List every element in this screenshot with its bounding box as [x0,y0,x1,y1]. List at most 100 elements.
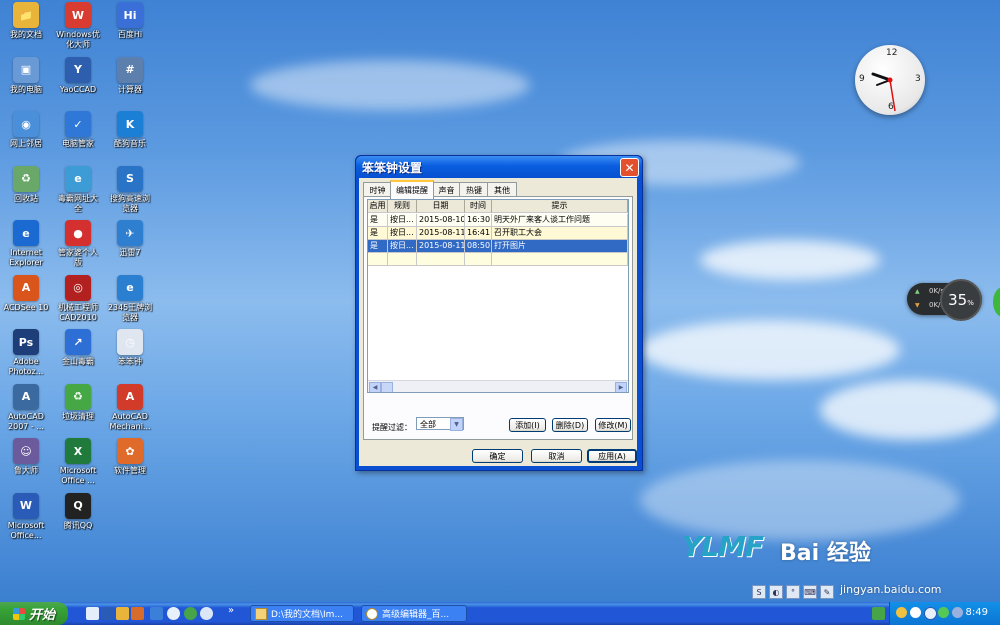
dialog-titlebar[interactable]: 笨笨钟设置 ✕ [356,156,642,178]
sogou-tray-icon[interactable] [872,607,885,620]
horizontal-scrollbar[interactable]: ◀ ▶ [368,380,628,392]
column-header-date[interactable]: 日期 [417,200,465,213]
desktop-icon[interactable]: 📁 我的文档 [0,2,52,40]
app-icon: e [65,165,91,192]
start-button[interactable]: 开始 [0,602,68,625]
clock-time[interactable]: 8:49 [966,607,988,618]
desktop-icon[interactable]: A AutoCAD Mechani... [104,383,156,432]
app-icon: 📁 [13,2,39,28]
show-desktop-icon[interactable] [86,607,99,620]
desktop-icon[interactable]: ♻ 回收站 [0,165,52,204]
scroll-left-icon[interactable]: ◀ [369,382,381,392]
app-icon: e [117,274,143,301]
desktop-icon[interactable]: e Internet Explorer [0,220,52,268]
desktop-icon[interactable]: ↗ 金山毒霸 [52,329,104,367]
word-icon[interactable] [101,607,114,620]
tray-security-icon[interactable] [924,607,937,620]
filter-label: 提醒过滤： [372,423,412,432]
tray-app-icon[interactable] [896,607,907,618]
filter-value: 全部 [420,420,436,429]
desktop-icon[interactable]: # 计算器 [104,56,156,95]
tab-clock[interactable]: 时钟 [363,182,392,197]
desktop-icon[interactable]: A ACDSee 10 [0,274,52,313]
task-button-explorer[interactable]: D:\我的文档\Im... [250,605,354,622]
tab-edit-reminder[interactable]: 编辑提醒 [390,180,434,199]
start-label: 开始 [28,608,55,623]
punctuation-icon[interactable]: ° [786,585,800,599]
close-button[interactable]: ✕ [620,158,639,177]
chevron-down-icon[interactable]: ▼ [450,418,463,431]
column-header-enabled[interactable]: 启用 [368,200,388,213]
network-monitor-widget[interactable]: ▲ 0K/s ▼ 0K/s 35% [907,279,982,321]
desktop-icon[interactable]: ♻ 垃圾清理 [52,383,104,422]
desktop-icon[interactable]: X Microsoft Office ... [52,438,104,486]
task-button-browser[interactable]: 高级编辑器_百... [361,605,467,622]
reminder-table[interactable]: 启用 规则 日期 时间 提示 是 按日... 2015-08-10 16:30 … [367,199,629,393]
column-header-message[interactable]: 提示 [492,200,628,213]
tray-cloud-icon[interactable] [910,607,921,618]
floating-ball-icon[interactable] [993,287,1000,317]
filter-dropdown[interactable]: 全部 ▼ [416,417,464,431]
app-icon: ✈ [117,220,143,246]
language-bar[interactable]: S ◐ ° ⌨ ✎ [752,585,834,600]
add-reminder-button[interactable]: 添加(I) [509,418,546,432]
ime-icon[interactable]: S [752,585,766,599]
app-icon: W [13,492,39,519]
desktop-icon[interactable]: ◎ 机械工程师 CAD2010 [52,274,104,323]
desktop-icon[interactable]: Y YaoCCAD [52,56,104,95]
desktop-icon[interactable]: A AutoCAD 2007 - ... [0,383,52,432]
desktop-icon[interactable]: ▣ 我的电脑 [0,56,52,95]
table-row[interactable]: 是 按日... 2015-08-11 16:41 召开职工大会 [368,227,628,240]
keyboard-icon[interactable]: ⌨ [803,585,817,599]
task-label: 高级编辑器_百... [382,610,450,620]
media-icon[interactable] [131,607,144,620]
desktop-icon[interactable]: ◉ 网上邻居 [0,111,52,149]
desktop-icon[interactable]: Q 腾讯QQ [52,492,104,531]
cancel-button[interactable]: 取消 [531,449,582,463]
desktop-icon[interactable]: ✿ 软件管理 [104,438,156,476]
desktop-icon[interactable]: S 搜狗高速浏 览器 [104,165,156,214]
desktop-icon[interactable]: Hi 百度Hi [104,2,156,40]
edit-reminder-button[interactable]: 修改(M) [595,418,631,432]
apply-button[interactable]: 应用(A) [587,449,637,463]
cell-rule: 按日... [388,227,417,240]
desktop-icon[interactable]: K 酷狗音乐 [104,111,156,149]
column-header-time[interactable]: 时间 [465,200,492,213]
browser-icon[interactable] [167,607,180,620]
folder-icon[interactable] [116,607,129,620]
desktop-clock-widget[interactable]: 12 3 6 9 [855,45,925,115]
desktop-icon-label: AutoCAD 2007 - ... [8,411,44,431]
delete-reminder-button[interactable]: 删除(D) [552,418,588,432]
desktop-icon-label: 软件管理 [114,466,146,475]
table-row[interactable]: 是 按日... 2015-08-10 16:30 明天外厂来客人谈工作问题 [368,214,628,227]
cell-time: 08:50 [465,240,492,253]
desktop-icon[interactable]: ✈ 迅雷7 [104,220,156,258]
ie-icon[interactable] [150,607,163,620]
volume-icon[interactable] [952,607,963,618]
desktop-icon[interactable]: e 毒霸网址大 全 [52,165,104,214]
desktop-icon[interactable]: ✓ 电脑管家 [52,111,104,149]
tab-sound[interactable]: 声音 [432,182,461,197]
memory-usage-value: 35 [948,291,968,309]
ime-mode-icon[interactable]: ◐ [769,585,783,599]
desktop-icon[interactable]: e 2345王牌浏 览器 [104,274,156,323]
column-header-rule[interactable]: 规则 [388,200,417,213]
360-icon[interactable] [184,607,197,620]
scroll-right-icon[interactable]: ▶ [615,382,627,392]
desktop-icon[interactable]: W Windows优 化大师 [52,2,104,50]
settings-icon[interactable]: ✎ [820,585,834,599]
scroll-thumb[interactable] [381,382,393,392]
quicklaunch-overflow-icon[interactable]: » [228,605,234,616]
ok-button[interactable]: 确定 [472,449,523,463]
desktop-icon[interactable]: ◷ 笨笨钟 [104,329,156,367]
desktop-icon[interactable]: ● 管家婆个人 版 [52,220,104,268]
desktop-icon[interactable]: Ps Adobe Photoz... [0,329,52,377]
tray-network-icon[interactable] [938,607,949,618]
tab-hotkey[interactable]: 热键 [459,182,489,197]
table-row-selected[interactable]: 是 按日... 2015-08-11 08:50 打开图片 [368,240,628,253]
tab-other[interactable]: 其他 [487,182,517,197]
sogou-icon[interactable] [200,607,213,620]
desktop-icon[interactable]: W Microsoft Office... [0,492,52,541]
table-row-new[interactable] [368,253,628,266]
desktop-icon[interactable]: ☺ 鲁大师 [0,438,52,476]
